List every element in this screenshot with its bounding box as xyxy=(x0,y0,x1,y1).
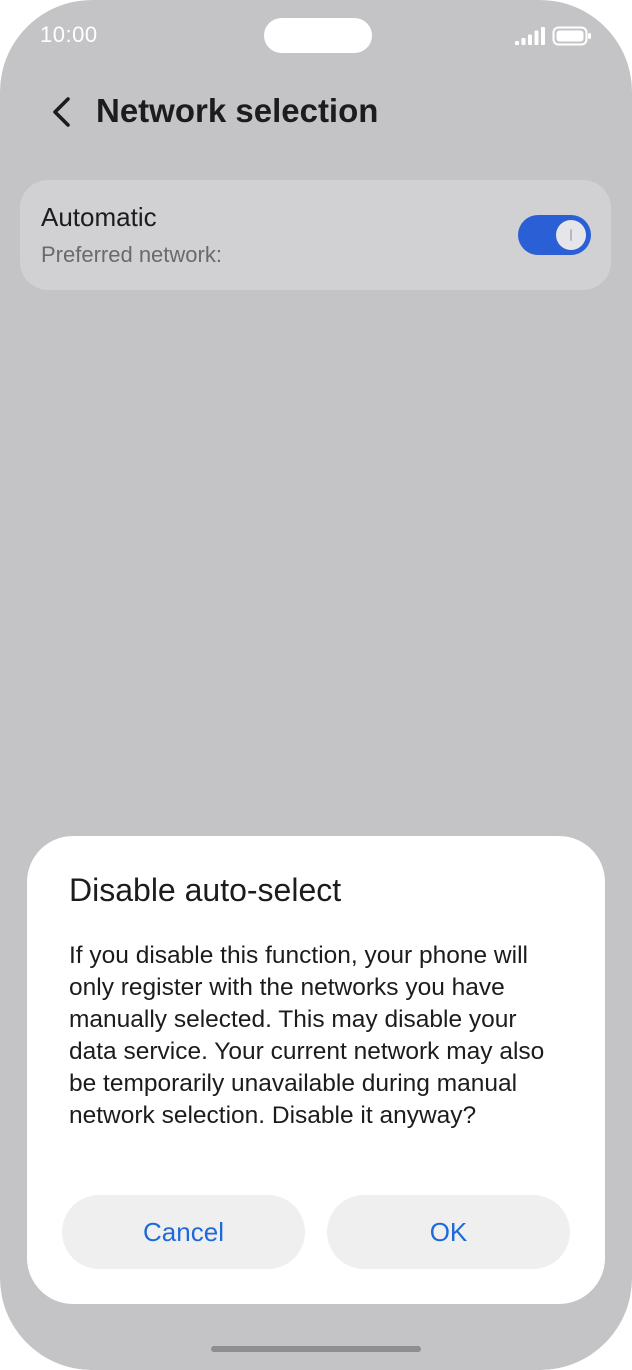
automatic-setting-card[interactable]: Automatic Preferred network: xyxy=(20,180,611,290)
page-title: Network selection xyxy=(96,92,379,129)
phone-screen: 10:00 Network selection Automatic Prefer… xyxy=(0,0,632,1370)
chevron-left-icon[interactable] xyxy=(44,93,80,131)
home-indicator[interactable] xyxy=(211,1346,421,1352)
status-time: 10:00 xyxy=(40,22,98,47)
dialog-title: Disable auto-select xyxy=(69,872,342,908)
dynamic-island xyxy=(264,18,372,53)
dialog-message: If you disable this function, your phone… xyxy=(69,942,545,1129)
battery-icon xyxy=(552,26,591,46)
cancel-button[interactable]: Cancel xyxy=(62,1195,305,1269)
signal-icon xyxy=(515,27,545,45)
toggle-knob xyxy=(556,220,586,250)
disable-auto-select-dialog: Disable auto-select If you disable this … xyxy=(27,836,605,1304)
automatic-label: Automatic xyxy=(41,202,157,232)
preferred-network-label: Preferred network: xyxy=(41,242,222,267)
ok-button[interactable]: OK xyxy=(327,1195,570,1269)
automatic-toggle[interactable] xyxy=(518,215,591,255)
